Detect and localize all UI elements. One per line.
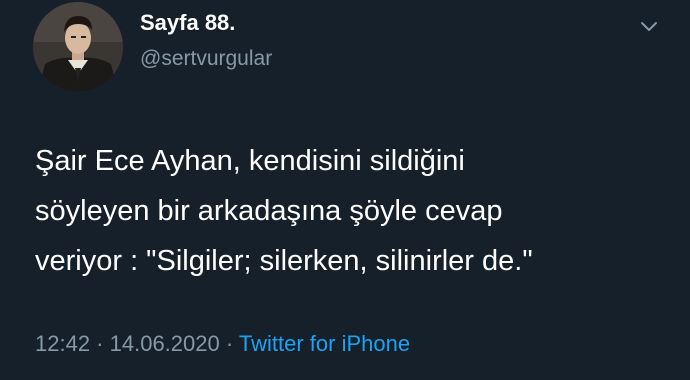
user-handle[interactable]: @sertvurgular — [140, 47, 272, 71]
meta-separator: · — [219, 331, 239, 356]
chevron-down-icon[interactable] — [636, 14, 662, 40]
avatar-image — [33, 2, 123, 92]
meta-separator: · — [90, 331, 110, 356]
tweet-date[interactable]: 14.06.2020 — [110, 331, 220, 356]
tweet-meta: 12:42 · 14.06.2020 · Twitter for iPhone — [35, 331, 410, 357]
display-name[interactable]: Sayfa 88. — [140, 10, 235, 36]
tweet-text: Şair Ece Ayhan, kendisini sildiğini söyl… — [35, 136, 675, 286]
tweet-text-line: veriyor : "Silgiler; silerken, silinirle… — [35, 245, 533, 277]
avatar[interactable] — [33, 2, 123, 92]
tweet-text-line: söyleyen bir arkadaşına şöyle cevap — [35, 195, 503, 227]
tweet-text-line: Şair Ece Ayhan, kendisini sildiğini — [35, 145, 465, 177]
tweet-card: Sayfa 88. @sertvurgular Şair Ece Ayhan, … — [0, 0, 690, 380]
tweet-time[interactable]: 12:42 — [35, 331, 90, 356]
tweet-source-link[interactable]: Twitter for iPhone — [239, 331, 410, 356]
